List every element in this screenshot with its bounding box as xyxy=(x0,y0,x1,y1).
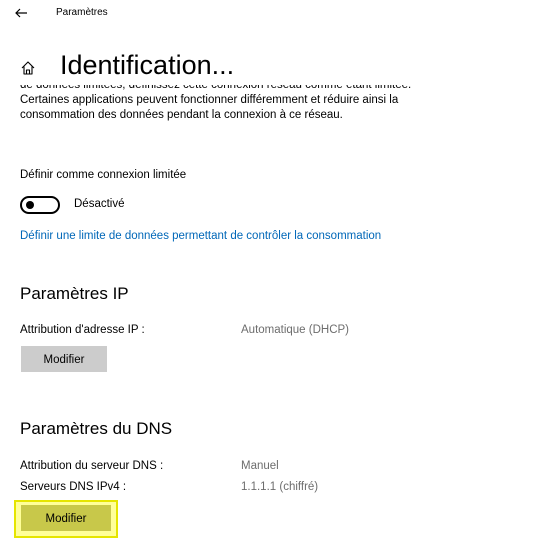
ip-assignment-label: Attribution d'adresse IP : xyxy=(20,324,145,336)
dns-settings-title: Paramètres du DNS xyxy=(20,419,173,438)
toggle-knob xyxy=(26,201,34,209)
dns-ipv4-value: 1.1.1.1 (chiffré) xyxy=(241,481,319,493)
home-icon xyxy=(21,61,35,75)
toggle-state-label: Désactivé xyxy=(74,198,125,210)
dns-edit-button[interactable]: Modifier xyxy=(21,505,111,531)
ip-edit-button[interactable]: Modifier xyxy=(21,346,107,372)
dns-assignment-value: Manuel xyxy=(241,460,279,472)
metered-toggle[interactable] xyxy=(20,196,60,214)
metered-setting-label: Définir comme connexion limitée xyxy=(20,169,187,181)
metered-description-container: de données limitées, définissez cette co… xyxy=(20,85,460,149)
data-limit-link[interactable]: Définir une limite de données permettant… xyxy=(20,230,381,242)
window-title: Paramètres xyxy=(56,7,108,18)
dns-ipv4-label: Serveurs DNS IPv4 : xyxy=(20,481,127,493)
dns-assignment-label: Attribution du serveur DNS : xyxy=(20,460,164,472)
metered-description: de données limitées, définissez cette co… xyxy=(20,85,412,121)
ip-assignment-value: Automatique (DHCP) xyxy=(241,324,350,336)
page-title: Identification... xyxy=(60,50,235,80)
title-bar: Paramètres xyxy=(0,0,545,30)
back-arrow-icon[interactable] xyxy=(14,6,28,20)
settings-page: Paramètres Identification... de données … xyxy=(0,0,545,548)
ip-settings-title: Paramètres IP xyxy=(20,284,129,303)
